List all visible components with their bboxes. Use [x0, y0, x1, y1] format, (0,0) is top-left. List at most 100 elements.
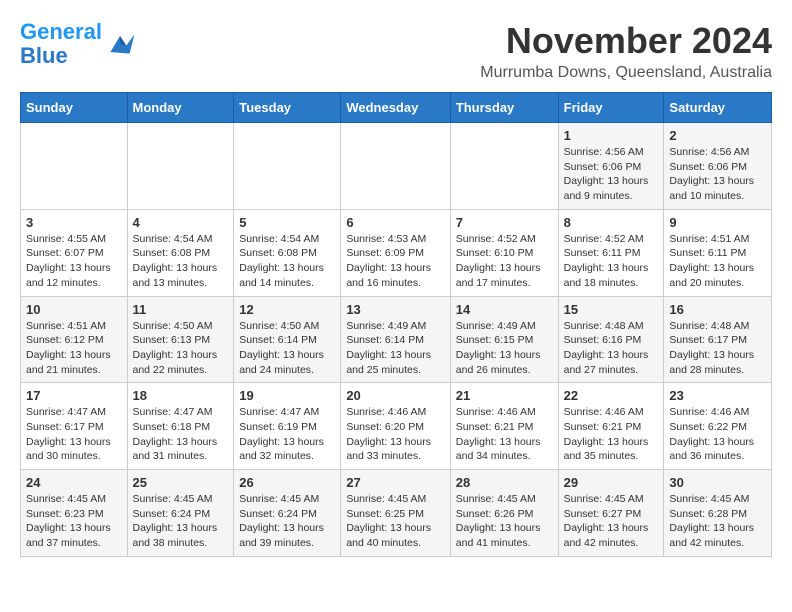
day-number: 22 — [564, 388, 659, 403]
day-info: Sunrise: 4:46 AMSunset: 6:21 PMDaylight:… — [456, 405, 553, 464]
calendar-cell: 21 Sunrise: 4:46 AMSunset: 6:21 PMDayligh… — [450, 383, 558, 470]
day-number: 29 — [564, 475, 659, 490]
day-info: Sunrise: 4:52 AMSunset: 6:11 PMDaylight:… — [564, 232, 659, 291]
day-number: 3 — [26, 215, 122, 230]
calendar-cell: 14Sunrise: 4:49 AMSunset: 6:15 PMDayligh… — [450, 296, 558, 383]
day-number: 11 — [133, 302, 229, 317]
calendar-cell: 22 Sunrise: 4:46 AMSunset: 6:21 PMDayligh… — [558, 383, 664, 470]
calendar-cell: 30 Sunrise: 4:45 AMSunset: 6:28 PMDayligh… — [664, 470, 772, 557]
calendar-header-row: SundayMondayTuesdayWednesdayThursdayFrid… — [21, 93, 772, 123]
day-number: 27 — [346, 475, 444, 490]
calendar-cell: 15 Sunrise: 4:48 AMSunset: 6:16 PMDayligh… — [558, 296, 664, 383]
day-info: Sunrise: 4:46 AMSunset: 6:20 PMDaylight:… — [346, 405, 444, 464]
day-info: Sunrise: 4:47 AMSunset: 6:19 PMDaylight:… — [239, 405, 335, 464]
calendar-cell: 10 Sunrise: 4:51 AMSunset: 6:12 PMDayligh… — [21, 296, 128, 383]
day-info: Sunrise: 4:48 AMSunset: 6:16 PMDaylight:… — [564, 319, 659, 378]
calendar-cell: 16 Sunrise: 4:48 AMSunset: 6:17 PMDayligh… — [664, 296, 772, 383]
calendar: SundayMondayTuesdayWednesdayThursdayFrid… — [20, 92, 772, 557]
day-info: Sunrise: 4:51 AMSunset: 6:11 PMDaylight:… — [669, 232, 766, 291]
day-number: 19 — [239, 388, 335, 403]
calendar-cell: 28 Sunrise: 4:45 AMSunset: 6:26 PMDayligh… — [450, 470, 558, 557]
logo-text: General Blue — [20, 20, 102, 68]
calendar-cell: 9 Sunrise: 4:51 AMSunset: 6:11 PMDaylight… — [664, 209, 772, 296]
day-info: Sunrise: 4:45 AMSunset: 6:28 PMDaylight:… — [669, 492, 766, 551]
day-number: 4 — [133, 215, 229, 230]
calendar-cell: 27Sunrise: 4:45 AMSunset: 6:25 PMDayligh… — [341, 470, 450, 557]
calendar-cell: 7 Sunrise: 4:52 AMSunset: 6:10 PMDaylight… — [450, 209, 558, 296]
calendar-week-row: 1Sunrise: 4:56 AMSunset: 6:06 PMDaylight… — [21, 123, 772, 210]
day-info: Sunrise: 4:46 AMSunset: 6:21 PMDaylight:… — [564, 405, 659, 464]
day-info: Sunrise: 4:55 AMSunset: 6:07 PMDaylight:… — [26, 232, 122, 291]
day-number: 10 — [26, 302, 122, 317]
calendar-cell: 13 Sunrise: 4:49 AMSunset: 6:14 PMDayligh… — [341, 296, 450, 383]
calendar-cell: 29 Sunrise: 4:45 AMSunset: 6:27 PMDayligh… — [558, 470, 664, 557]
calendar-header: SundayMondayTuesdayWednesdayThursdayFrid… — [21, 93, 772, 123]
day-number: 7 — [456, 215, 553, 230]
calendar-cell — [21, 123, 128, 210]
day-info: Sunrise: 4:48 AMSunset: 6:17 PMDaylight:… — [669, 319, 766, 378]
day-info: Sunrise: 4:46 AMSunset: 6:22 PMDaylight:… — [669, 405, 766, 464]
logo: General Blue — [20, 20, 136, 68]
logo-line1: General — [20, 19, 102, 44]
calendar-header-cell: Friday — [558, 93, 664, 123]
day-info: Sunrise: 4:47 AMSunset: 6:18 PMDaylight:… — [133, 405, 229, 464]
day-number: 5 — [239, 215, 335, 230]
day-info: Sunrise: 4:47 AMSunset: 6:17 PMDaylight:… — [26, 405, 122, 464]
day-number: 17 — [26, 388, 122, 403]
title-area: November 2024 Murrumba Downs, Queensland… — [480, 20, 772, 82]
header: General Blue November 2024 Murrumba Down… — [20, 20, 772, 82]
day-number: 2 — [669, 128, 766, 143]
sub-title: Murrumba Downs, Queensland, Australia — [480, 64, 772, 82]
day-number: 9 — [669, 215, 766, 230]
day-info: Sunrise: 4:50 AMSunset: 6:13 PMDaylight:… — [133, 319, 229, 378]
calendar-cell: 25Sunrise: 4:45 AMSunset: 6:24 PMDayligh… — [127, 470, 234, 557]
calendar-cell: 4 Sunrise: 4:54 AMSunset: 6:08 PMDaylight… — [127, 209, 234, 296]
calendar-cell: 6 Sunrise: 4:53 AMSunset: 6:09 PMDaylight… — [341, 209, 450, 296]
calendar-header-cell: Sunday — [21, 93, 128, 123]
calendar-cell: 11 Sunrise: 4:50 AMSunset: 6:13 PMDayligh… — [127, 296, 234, 383]
calendar-week-row: 17 Sunrise: 4:47 AMSunset: 6:17 PMDayligh… — [21, 383, 772, 470]
calendar-cell: 12 Sunrise: 4:50 AMSunset: 6:14 PMDayligh… — [234, 296, 341, 383]
calendar-week-row: 3 Sunrise: 4:55 AMSunset: 6:07 PMDaylight… — [21, 209, 772, 296]
calendar-header-cell: Thursday — [450, 93, 558, 123]
day-number: 8 — [564, 215, 659, 230]
day-number: 6 — [346, 215, 444, 230]
day-number: 1 — [564, 128, 659, 143]
day-number: 16 — [669, 302, 766, 317]
calendar-cell: 18 Sunrise: 4:47 AMSunset: 6:18 PMDayligh… — [127, 383, 234, 470]
day-info: Sunrise: 4:49 AMSunset: 6:15 PMDaylight:… — [456, 319, 553, 378]
day-info: Sunrise: 4:51 AMSunset: 6:12 PMDaylight:… — [26, 319, 122, 378]
calendar-header-cell: Monday — [127, 93, 234, 123]
day-info: Sunrise: 4:45 AMSunset: 6:27 PMDaylight:… — [564, 492, 659, 551]
day-number: 26 — [239, 475, 335, 490]
calendar-cell: 24Sunrise: 4:45 AMSunset: 6:23 PMDayligh… — [21, 470, 128, 557]
calendar-cell — [450, 123, 558, 210]
day-info: Sunrise: 4:54 AMSunset: 6:08 PMDaylight:… — [239, 232, 335, 291]
day-info: Sunrise: 4:53 AMSunset: 6:09 PMDaylight:… — [346, 232, 444, 291]
day-number: 15 — [564, 302, 659, 317]
calendar-cell — [127, 123, 234, 210]
day-number: 28 — [456, 475, 553, 490]
day-number: 23 — [669, 388, 766, 403]
calendar-cell: 26 Sunrise: 4:45 AMSunset: 6:24 PMDayligh… — [234, 470, 341, 557]
calendar-body: 1Sunrise: 4:56 AMSunset: 6:06 PMDaylight… — [21, 123, 772, 557]
day-number: 18 — [133, 388, 229, 403]
calendar-week-row: 24Sunrise: 4:45 AMSunset: 6:23 PMDayligh… — [21, 470, 772, 557]
calendar-header-cell: Tuesday — [234, 93, 341, 123]
day-number: 13 — [346, 302, 444, 317]
day-number: 30 — [669, 475, 766, 490]
day-info: Sunrise: 4:49 AMSunset: 6:14 PMDaylight:… — [346, 319, 444, 378]
day-info: Sunrise: 4:54 AMSunset: 6:08 PMDaylight:… — [133, 232, 229, 291]
day-info: Sunrise: 4:50 AMSunset: 6:14 PMDaylight:… — [239, 319, 335, 378]
calendar-cell: 1Sunrise: 4:56 AMSunset: 6:06 PMDaylight… — [558, 123, 664, 210]
day-info: Sunrise: 4:52 AMSunset: 6:10 PMDaylight:… — [456, 232, 553, 291]
calendar-header-cell: Wednesday — [341, 93, 450, 123]
day-info: Sunrise: 4:45 AMSunset: 6:26 PMDaylight:… — [456, 492, 553, 551]
day-number: 21 — [456, 388, 553, 403]
day-number: 12 — [239, 302, 335, 317]
day-info: Sunrise: 4:45 AMSunset: 6:24 PMDaylight:… — [239, 492, 335, 551]
calendar-cell: 3 Sunrise: 4:55 AMSunset: 6:07 PMDaylight… — [21, 209, 128, 296]
day-info: Sunrise: 4:45 AMSunset: 6:24 PMDaylight:… — [133, 492, 229, 551]
calendar-header-cell: Saturday — [664, 93, 772, 123]
calendar-cell: 8 Sunrise: 4:52 AMSunset: 6:11 PMDaylight… — [558, 209, 664, 296]
